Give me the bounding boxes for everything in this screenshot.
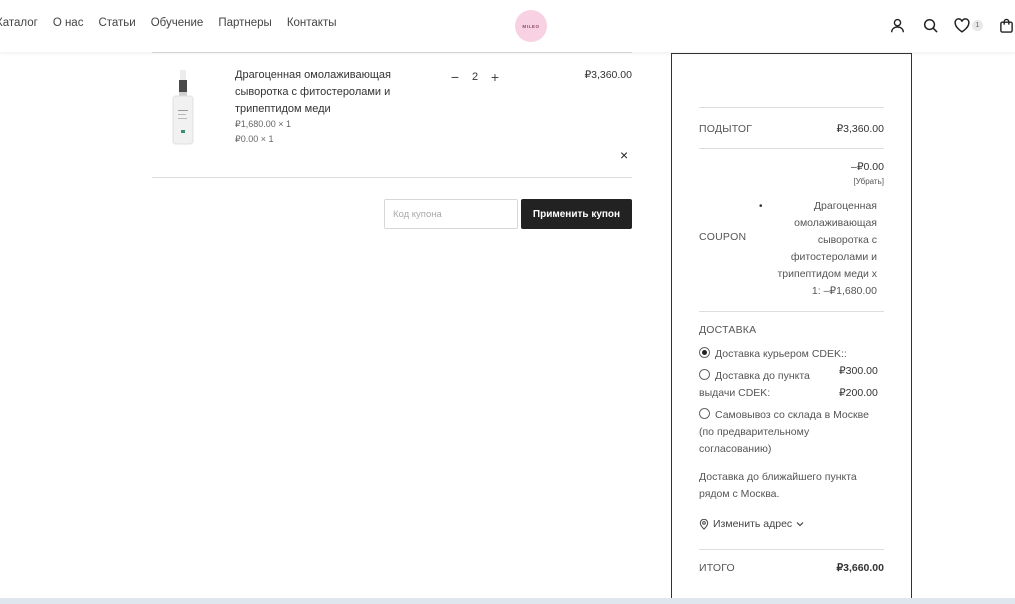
coupon-description: Драгоценная омолаживающая сыворотка с фи… <box>777 200 878 297</box>
product-name-link[interactable]: Драгоценная омолаживающая сыворотка с фи… <box>235 67 410 118</box>
change-address-label: Изменить адрес <box>713 518 793 530</box>
coupon-row: COUPON –₽0.00 [Убрать] • Драгоценная омо… <box>699 161 884 297</box>
search-icon[interactable] <box>921 16 939 34</box>
quantity-stepper: − 2 + <box>448 69 502 85</box>
coupon-label: COUPON <box>699 231 747 243</box>
shipping-option-label: Самовывоз со склада в Москве (по предвар… <box>699 409 869 455</box>
quantity-decrease-button[interactable]: − <box>448 69 462 85</box>
shipping-label: ДОСТАВКА <box>699 324 757 336</box>
divider <box>699 107 884 108</box>
subtotal-row: ПОДЫТОГ ₽3,360.00 <box>699 123 884 135</box>
nav-education[interactable]: Обучение <box>151 17 204 29</box>
product-thumbnail[interactable] <box>170 70 196 146</box>
product-unit-price: ₽1,680.00 × 1 <box>235 119 292 129</box>
location-pin-icon <box>699 518 709 530</box>
heart-icon[interactable] <box>953 16 971 34</box>
radio-checked-icon[interactable] <box>699 347 710 358</box>
nav-contacts[interactable]: Контакты <box>287 17 337 29</box>
shipping-option-pickup-point[interactable]: Доставка до пункта выдачи CDEK: <box>699 368 829 402</box>
site-logo[interactable]: MILEO <box>515 10 547 42</box>
main-nav: Каталог О нас Статьи Обучение Партнеры К… <box>0 17 337 29</box>
apply-coupon-button[interactable]: Применить купон <box>521 199 632 229</box>
nav-catalog[interactable]: Каталог <box>0 17 38 29</box>
change-address-link[interactable]: Изменить адрес <box>699 518 804 530</box>
nav-about[interactable]: О нас <box>53 17 84 29</box>
remove-item-icon[interactable]: × <box>620 147 628 163</box>
line-total: ₽3,360.00 <box>584 69 632 81</box>
nav-articles[interactable]: Статьи <box>98 17 135 29</box>
user-icon[interactable] <box>888 16 906 34</box>
coupon-amount: –₽0.00 <box>851 161 884 173</box>
logo-text: MILEO <box>522 23 540 29</box>
chevron-down-icon <box>796 522 804 527</box>
wishlist-count-badge: 1 <box>972 19 983 31</box>
total-value: ₽3,660.00 <box>836 562 884 574</box>
shipping-option-self-pickup[interactable]: Самовывоз со склада в Москве (по предвар… <box>699 407 884 458</box>
bullet-icon: • <box>759 201 763 212</box>
nav-partners[interactable]: Партнеры <box>218 17 271 29</box>
shopping-bag-icon[interactable] <box>997 16 1015 34</box>
radio-unchecked-icon[interactable] <box>699 369 710 380</box>
divider <box>699 549 884 550</box>
shipping-option-label: Доставка до пункта выдачи CDEK: <box>699 370 810 399</box>
cart-totals-panel: ПОДЫТОГ ₽3,360.00 COUPON –₽0.00 [Убрать]… <box>671 53 912 598</box>
header-icons: 1 <box>888 16 1015 34</box>
taskbar-strip <box>0 598 1015 604</box>
divider <box>699 148 884 149</box>
order-total-row: ИТОГО ₽3,660.00 <box>699 562 884 574</box>
divider <box>699 311 884 312</box>
shipping-option-courier[interactable]: Доставка курьером CDEK:: <box>699 346 859 363</box>
radio-unchecked-icon[interactable] <box>699 408 710 419</box>
site-header: Каталог О нас Статьи Обучение Партнеры К… <box>0 0 1015 52</box>
subtotal-value: ₽3,360.00 <box>836 123 884 135</box>
quantity-increase-button[interactable]: + <box>488 69 502 85</box>
subtotal-label: ПОДЫТОГ <box>699 123 753 135</box>
total-label: ИТОГО <box>699 562 735 574</box>
shipping-option-label: Доставка курьером CDEK:: <box>715 348 847 360</box>
quantity-value[interactable]: 2 <box>462 71 488 83</box>
coupon-code-input[interactable] <box>384 199 518 229</box>
cart-item-row: Драгоценная омолаживающая сыворотка с фи… <box>152 52 632 178</box>
shipping-price-courier: ₽300.00 <box>839 365 878 377</box>
shipping-destination-note: Доставка до ближайшего пункта рядом с Мо… <box>699 471 857 500</box>
shipping-price-pickup-point: ₽200.00 <box>839 387 878 399</box>
remove-coupon-link[interactable]: [Убрать] <box>854 177 885 186</box>
product-free-price: ₽0.00 × 1 <box>235 134 274 144</box>
